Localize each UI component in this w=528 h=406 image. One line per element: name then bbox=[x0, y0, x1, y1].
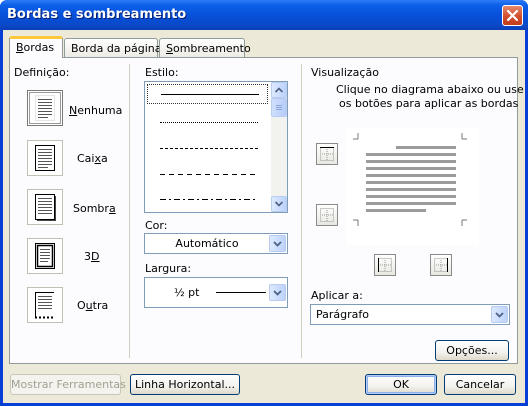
border-right-icon bbox=[434, 258, 448, 272]
apply-to-value: Parágrafo bbox=[316, 308, 369, 321]
tab-label-key: S bbox=[166, 42, 173, 55]
window-title: Bordas e sombreamento bbox=[7, 7, 187, 22]
style-scrollbar[interactable] bbox=[271, 82, 287, 212]
tab-bordas[interactable]: Bordas bbox=[9, 36, 63, 58]
chevron-up-icon bbox=[274, 87, 284, 93]
preview-instruction-1: Clique no diagrama abaixo ou use bbox=[336, 83, 524, 96]
options-button[interactable]: Opções... bbox=[435, 340, 509, 361]
apply-to-label: Aplicar a: bbox=[311, 289, 363, 302]
style-label: Estilo: bbox=[145, 66, 179, 79]
preset-none-icon bbox=[35, 95, 55, 121]
top-border-button[interactable] bbox=[316, 143, 338, 165]
dialog-window: Bordas e sombreamento Bordas Borda da pá… bbox=[0, 0, 528, 406]
style-option-dash-dot[interactable] bbox=[160, 199, 258, 200]
chevron-down-icon bbox=[273, 290, 282, 296]
right-border-button[interactable] bbox=[430, 254, 452, 276]
chevron-down-icon bbox=[495, 312, 504, 318]
preview-document-icon bbox=[353, 133, 467, 226]
inside-horizontal-border-button[interactable] bbox=[316, 204, 338, 226]
width-preview-line bbox=[216, 292, 266, 293]
left-border-button[interactable] bbox=[374, 254, 396, 276]
show-toolbar-button[interactable]: Mostrar Ferramentas bbox=[10, 374, 126, 395]
preset-box-icon bbox=[35, 145, 55, 171]
preset-nenhuma-button[interactable] bbox=[27, 90, 63, 126]
tab-label: ombreamento bbox=[172, 42, 251, 55]
style-option-dotted[interactable] bbox=[160, 122, 258, 123]
preset-3d-label: 3D bbox=[84, 250, 100, 263]
color-label: Cor: bbox=[145, 219, 168, 232]
tab-label: Borda da página bbox=[71, 42, 162, 55]
style-option-solid-selected[interactable] bbox=[147, 84, 268, 104]
preset-caixa-label: Caixa bbox=[77, 152, 108, 165]
preset-3d-icon bbox=[35, 243, 55, 269]
chevron-down-icon bbox=[274, 201, 284, 207]
width-label: Largura: bbox=[145, 262, 192, 275]
separator bbox=[129, 64, 130, 358]
preset-nenhuma-label: Nenhuma bbox=[69, 104, 123, 117]
separator bbox=[301, 64, 302, 358]
preview-diagram[interactable] bbox=[346, 128, 479, 245]
horizontal-line-button[interactable]: Linha Horizontal... bbox=[130, 374, 240, 395]
color-value: Automático bbox=[175, 237, 239, 250]
line-style-listbox[interactable] bbox=[144, 81, 288, 213]
title-bar[interactable]: Bordas e sombreamento bbox=[0, 0, 528, 30]
dropdown-arrow-button[interactable] bbox=[269, 284, 286, 301]
tab-label-key: B bbox=[16, 41, 24, 54]
ok-button[interactable]: OK bbox=[365, 374, 437, 395]
style-option-dashed-medium[interactable] bbox=[160, 174, 258, 175]
tab-borda-da-pagina[interactable]: Borda da página bbox=[64, 38, 162, 57]
preset-shadow-icon bbox=[35, 194, 56, 221]
scroll-thumb[interactable] bbox=[271, 98, 287, 117]
close-button[interactable] bbox=[502, 5, 523, 26]
preset-outra-label: Outra bbox=[77, 299, 109, 312]
width-value: ½ pt bbox=[174, 286, 200, 299]
tab-label: ordas bbox=[23, 41, 55, 54]
close-icon bbox=[507, 10, 518, 21]
preset-custom-icon bbox=[35, 292, 55, 319]
color-dropdown[interactable]: Automático bbox=[144, 233, 288, 254]
border-inside-icon bbox=[320, 208, 334, 222]
tab-sombreamento[interactable]: Sombreamento bbox=[159, 38, 251, 57]
apply-to-dropdown[interactable]: Parágrafo bbox=[310, 304, 510, 325]
preset-outra-button[interactable] bbox=[27, 287, 63, 323]
border-left-icon bbox=[378, 258, 392, 272]
dialog-client: Bordas Borda da página Sombreamento Defi… bbox=[3, 30, 525, 403]
preview-label: Visualização bbox=[311, 66, 379, 79]
preset-sombra-button[interactable] bbox=[27, 189, 63, 225]
preview-instruction-2: os botões para aplicar as bordas bbox=[339, 97, 519, 110]
border-top-icon bbox=[320, 147, 334, 161]
definition-label: Definição: bbox=[14, 66, 70, 79]
chevron-down-icon bbox=[273, 241, 282, 247]
width-dropdown[interactable]: ½ pt bbox=[144, 277, 288, 308]
scroll-up-button[interactable] bbox=[271, 82, 287, 98]
cancel-button[interactable]: Cancelar bbox=[444, 374, 516, 395]
preset-caixa-button[interactable] bbox=[27, 140, 63, 176]
dropdown-arrow-button[interactable] bbox=[269, 235, 286, 252]
preset-3d-button[interactable] bbox=[27, 238, 63, 274]
style-option-dashed-small-line bbox=[160, 148, 258, 149]
scroll-down-button[interactable] bbox=[271, 196, 287, 212]
grip-icon bbox=[276, 105, 282, 110]
preset-sombra-label: Sombra bbox=[73, 202, 116, 215]
dropdown-arrow-button[interactable] bbox=[491, 306, 508, 323]
